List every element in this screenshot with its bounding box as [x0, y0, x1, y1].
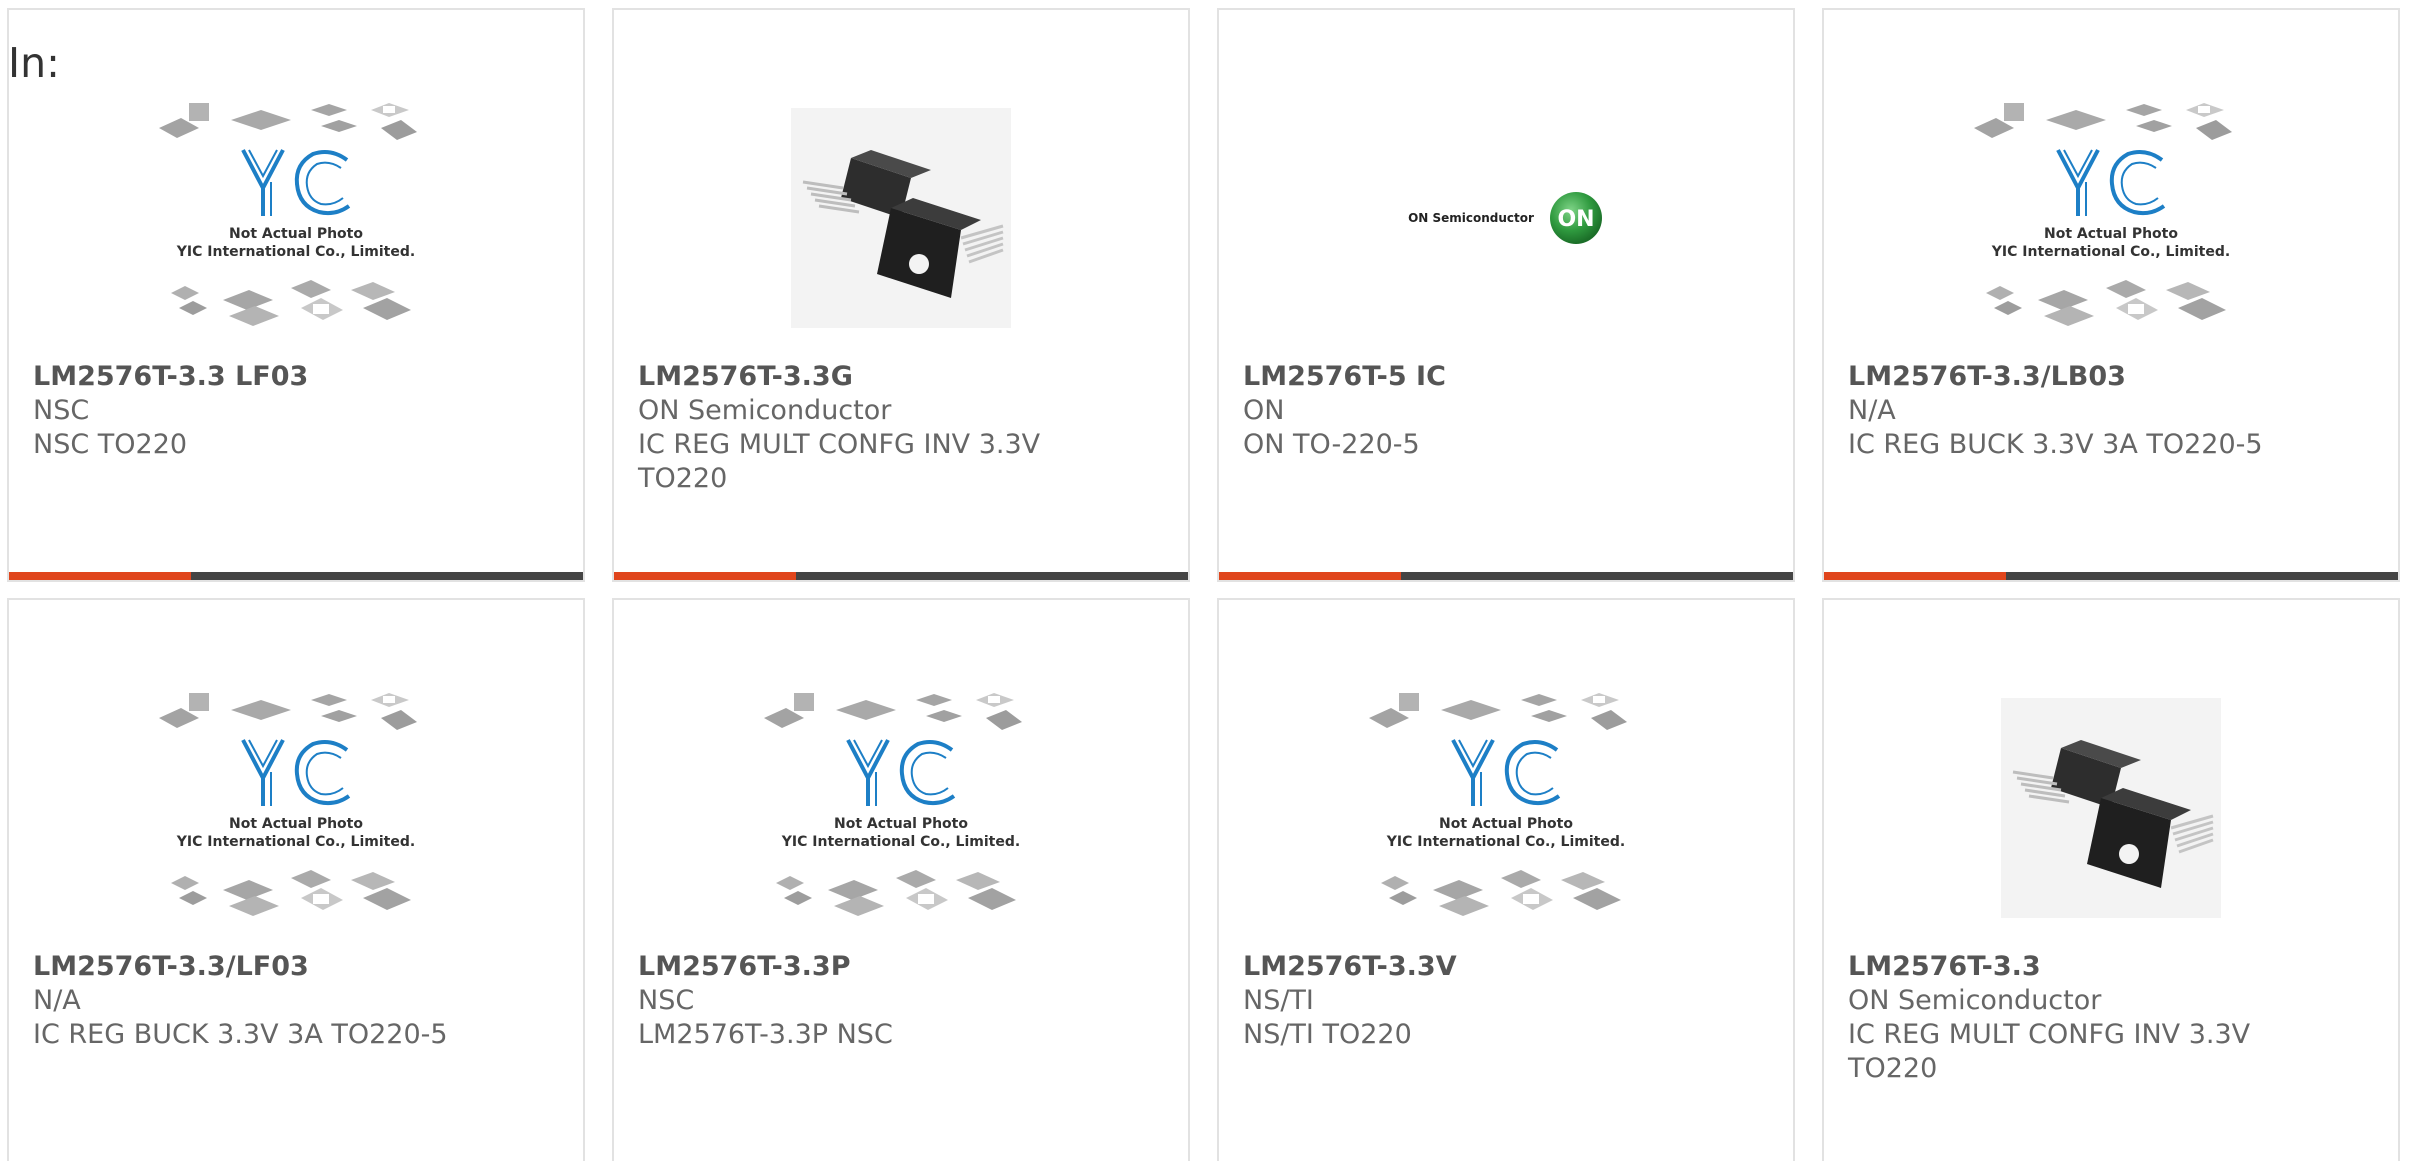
filter-label: In:	[8, 39, 60, 87]
product-thumbnail[interactable]: Not Actual Photo YIC International Co., …	[614, 678, 1188, 938]
yic-logo	[241, 149, 351, 216]
product-card[interactable]: Not Actual Photo YIC International Co., …	[1217, 598, 1795, 1161]
description: IC REG BUCK 3.3V 3A TO220-5	[33, 1019, 448, 1050]
svg-text:Not Actual Photo: Not Actual Photo	[229, 226, 363, 242]
product-card[interactable]: Not Actual Photo YIC International Co., …	[7, 8, 585, 582]
svg-text:YIC International Co., Limited: YIC International Co., Limited.	[1386, 834, 1625, 850]
description: IC REG MULT CONFG INV 3.3V TO220	[638, 429, 1041, 494]
product-card[interactable]: Not Actual Photo YIC International Co., …	[612, 598, 1190, 1161]
placeholder-image: Not Actual Photo YIC International Co., …	[159, 693, 417, 916]
yic-logo	[846, 739, 956, 806]
svg-text:YIC International Co., Limited: YIC International Co., Limited.	[1991, 244, 2230, 260]
yic-logo	[241, 739, 351, 806]
description: LM2576T-3.3P NSC	[638, 1019, 893, 1050]
placeholder-image: Not Actual Photo YIC International Co., …	[159, 103, 417, 326]
part-number-link[interactable]: LM2576T-3.3/LF03	[33, 950, 559, 984]
svg-text:YIC International Co., Limited: YIC International Co., Limited.	[176, 244, 415, 260]
product-info: LM2576T-3.3/LB03 N/A IC REG BUCK 3.3V 3A T…	[1848, 360, 2374, 462]
card-bottom-bar	[9, 572, 583, 580]
product-info: LM2576T-3.3/LF03 N/A IC REG BUCK 3.3V 3A T…	[33, 950, 559, 1052]
placeholder-image: Not Actual Photo YIC International Co., …	[764, 693, 1022, 916]
svg-text:Not Actual Photo: Not Actual Photo	[1439, 816, 1573, 832]
product-card[interactable]: Not Actual Photo YIC International Co., …	[7, 598, 585, 1161]
card-bottom-bar	[1824, 572, 2398, 580]
manufacturer: N/A	[33, 985, 81, 1016]
svg-text:Not Actual Photo: Not Actual Photo	[2044, 226, 2178, 242]
product-info: LM2576T-3.3 ON Semiconductor IC REG MULT C…	[1848, 950, 2374, 1086]
part-number-link[interactable]: LM2576T-3.3G	[638, 360, 1164, 394]
product-card[interactable]: LM2576T-3.3G ON Semiconductor IC REG MULT …	[612, 8, 1190, 582]
manufacturer: ON Semiconductor	[638, 395, 892, 426]
part-number-link[interactable]: LM2576T-3.3P	[638, 950, 1164, 984]
part-number-link[interactable]: LM2576T-3.3/LB03	[1848, 360, 2374, 394]
product-card[interactable]: ON Semiconductor ON LM2576T-5 IC ON ON TO-…	[1217, 8, 1795, 582]
onsemi-logo: ON Semiconductor ON	[1408, 190, 1604, 246]
part-number-link[interactable]: LM2576T-5 IC	[1243, 360, 1769, 394]
card-accent-bar	[614, 572, 796, 580]
product-info: LM2576T-3.3G ON Semiconductor IC REG MULT …	[638, 360, 1164, 496]
to220-package-image	[791, 108, 1011, 328]
product-thumbnail[interactable]	[1824, 678, 2398, 938]
product-info: LM2576T-3.3P NSC LM2576T-3.3P NSC	[638, 950, 1164, 1052]
yic-logo	[1451, 739, 1561, 806]
description: IC REG BUCK 3.3V 3A TO220-5	[1848, 429, 2263, 460]
yic-logo	[2056, 149, 2166, 216]
svg-text:Not Actual Photo: Not Actual Photo	[229, 816, 363, 832]
card-bottom-bar	[1219, 572, 1793, 580]
placeholder-image: Not Actual Photo YIC International Co., …	[1974, 103, 2232, 326]
product-thumbnail[interactable]: Not Actual Photo YIC International Co., …	[9, 88, 583, 348]
manufacturer: ON Semiconductor	[1848, 985, 2102, 1016]
description: NS/TI TO220	[1243, 1019, 1412, 1050]
to220-package-image	[2001, 698, 2221, 918]
product-grid-page: In: Not Actual Photo YIC International C…	[0, 0, 2410, 1161]
part-number-link[interactable]: LM2576T-3.3	[1848, 950, 2374, 984]
manufacturer: NSC	[638, 985, 695, 1016]
svg-text:YIC International Co., Limited: YIC International Co., Limited.	[176, 834, 415, 850]
svg-text:Not Actual Photo: Not Actual Photo	[834, 816, 968, 832]
manufacturer: ON	[1243, 395, 1285, 426]
product-card[interactable]: LM2576T-3.3 ON Semiconductor IC REG MULT C…	[1822, 598, 2400, 1161]
product-thumbnail[interactable]: Not Actual Photo YIC International Co., …	[9, 678, 583, 938]
card-accent-bar	[1824, 572, 2006, 580]
placeholder-image: Not Actual Photo YIC International Co., …	[1369, 693, 1627, 916]
product-info: LM2576T-3.3V NS/TI NS/TI TO220	[1243, 950, 1769, 1052]
card-accent-bar	[1219, 572, 1401, 580]
onsemi-badge-icon: ON	[1549, 192, 1602, 244]
svg-text:YIC International Co., Limited: YIC International Co., Limited.	[781, 834, 1020, 850]
part-number-link[interactable]: LM2576T-3.3V	[1243, 950, 1769, 984]
card-bottom-bar	[614, 572, 1188, 580]
product-thumbnail[interactable]	[614, 88, 1188, 348]
manufacturer: NS/TI	[1243, 985, 1314, 1016]
card-accent-bar	[9, 572, 191, 580]
description: IC REG MULT CONFG INV 3.3V TO220	[1848, 1019, 2251, 1084]
svg-text:ON: ON	[1557, 207, 1594, 232]
product-thumbnail[interactable]: Not Actual Photo YIC International Co., …	[1824, 88, 2398, 348]
product-info: LM2576T-3.3 LF03 NSC NSC TO220	[33, 360, 559, 462]
part-number-link[interactable]: LM2576T-3.3 LF03	[33, 360, 559, 394]
product-info: LM2576T-5 IC ON ON TO-220-5	[1243, 360, 1769, 462]
product-card[interactable]: Not Actual Photo YIC International Co., …	[1822, 8, 2400, 582]
product-thumbnail[interactable]: ON Semiconductor ON	[1219, 88, 1793, 348]
manufacturer: N/A	[1848, 395, 1896, 426]
description: ON TO-220-5	[1243, 429, 1420, 460]
manufacturer: NSC	[33, 395, 90, 426]
description: NSC TO220	[33, 429, 188, 460]
product-thumbnail[interactable]: Not Actual Photo YIC International Co., …	[1219, 678, 1793, 938]
